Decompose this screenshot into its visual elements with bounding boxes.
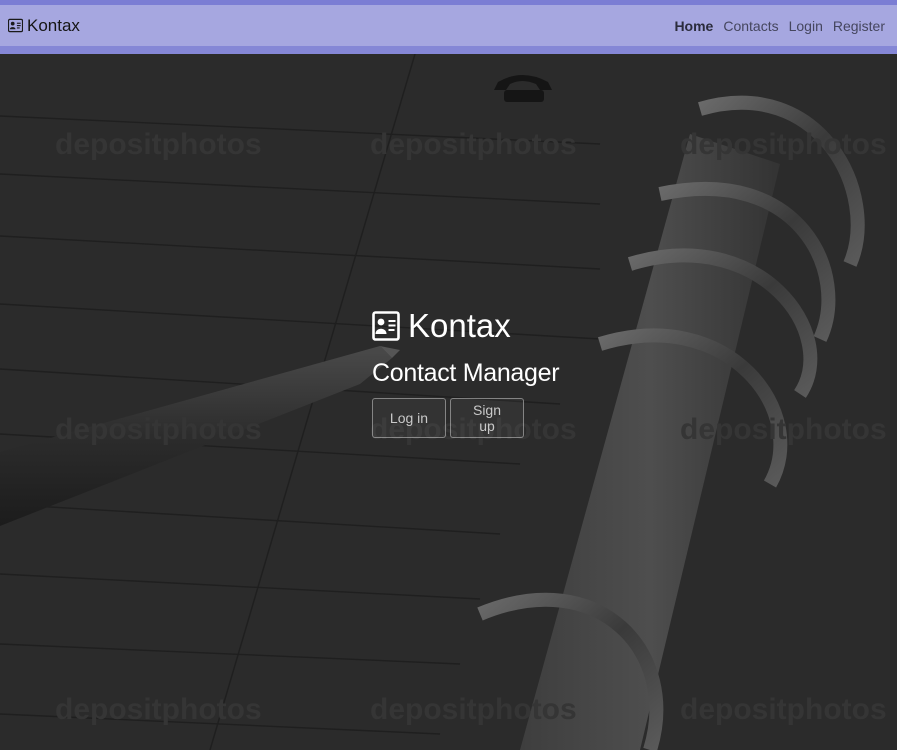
svg-text:depositphotos: depositphotos: [55, 128, 262, 161]
nav-links: Home Contacts Login Register: [674, 18, 885, 34]
sign-up-button[interactable]: Sign up: [450, 398, 524, 438]
svg-text:depositphotos: depositphotos: [680, 693, 887, 726]
nav-link-register[interactable]: Register: [833, 18, 885, 34]
svg-text:depositphotos: depositphotos: [55, 413, 262, 446]
brand-name: Kontax: [27, 15, 80, 35]
contact-card-icon: [7, 18, 24, 33]
svg-text:depositphotos: depositphotos: [370, 128, 577, 161]
nav-link-contacts[interactable]: Contacts: [723, 18, 778, 34]
hero-section: depositphotos depositphotos depositphoto…: [0, 54, 897, 750]
hero-content: Kontax Contact Manager Log in Sign up: [372, 306, 612, 438]
log-in-button[interactable]: Log in: [372, 398, 446, 438]
hero-title-text: Kontax: [408, 307, 511, 344]
contact-card-icon: [372, 309, 400, 343]
nav-link-home[interactable]: Home: [674, 18, 713, 34]
hero-title: Kontax: [372, 306, 612, 346]
app-page: Kontax Home Contacts Login Register depo…: [0, 0, 897, 750]
hero-subtitle: Contact Manager: [372, 359, 560, 387]
svg-text:depositphotos: depositphotos: [680, 128, 887, 161]
nav-link-login[interactable]: Login: [789, 18, 823, 34]
svg-text:depositphotos: depositphotos: [370, 693, 577, 726]
svg-text:depositphotos: depositphotos: [680, 413, 887, 446]
navbar: Kontax Home Contacts Login Register: [0, 0, 897, 54]
navbar-brand[interactable]: Kontax: [7, 15, 80, 36]
svg-text:depositphotos: depositphotos: [55, 693, 262, 726]
hero-buttons: Log in Sign up: [372, 398, 612, 438]
